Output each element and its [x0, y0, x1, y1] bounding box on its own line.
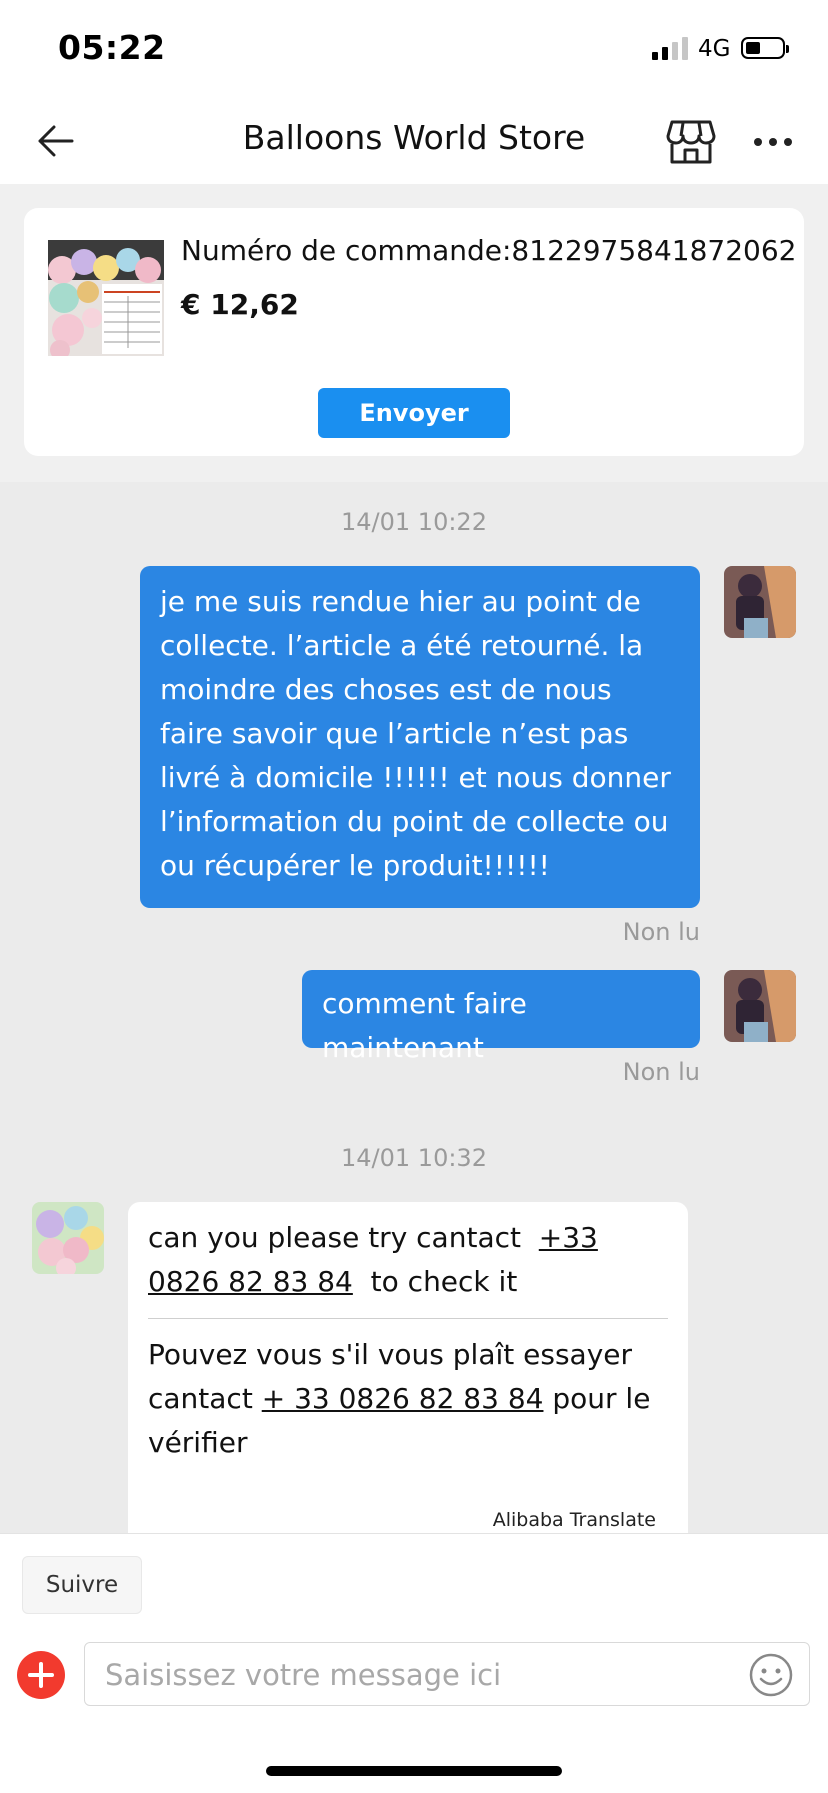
- read-status: Non lu: [622, 918, 700, 946]
- user-avatar-image: [724, 566, 796, 638]
- phone-link[interactable]: + 33 0826 82 83 84: [262, 1382, 544, 1415]
- timestamp: 14/01 10:22: [341, 508, 487, 536]
- original-message-text: can you please try cantact +33 0826 82 8…: [148, 1221, 598, 1298]
- user-avatar-image: [724, 970, 796, 1042]
- store-avatar-image: [32, 1202, 104, 1274]
- order-price: € 12,62: [181, 288, 299, 321]
- nav-bar: Balloons World Store: [0, 100, 828, 184]
- status-bar: 05:22 4G: [0, 0, 828, 100]
- read-status: Non lu: [622, 1058, 700, 1086]
- composer-area: Suivre: [0, 1533, 828, 1793]
- timestamp: 14/01 10:32: [341, 1144, 487, 1172]
- order-number: Numéro de commande:8122975841872062: [181, 234, 797, 267]
- network-label: 4G: [698, 36, 731, 62]
- more-options-icon[interactable]: [748, 122, 798, 162]
- store-icon[interactable]: [666, 118, 716, 166]
- send-order-button[interactable]: Envoyer: [318, 388, 510, 438]
- store-avatar[interactable]: [32, 1202, 104, 1274]
- sent-message[interactable]: comment faire maintenant: [302, 970, 700, 1064]
- signal-icon: [652, 37, 688, 60]
- sent-message[interactable]: je me suis rendue hier au point de colle…: [140, 566, 700, 908]
- avatar[interactable]: [724, 566, 796, 638]
- follow-button[interactable]: Suivre: [22, 1556, 142, 1614]
- avatar[interactable]: [724, 970, 796, 1042]
- translation-divider: [148, 1318, 668, 1319]
- balloon-product-image: [48, 240, 164, 356]
- emoji-icon[interactable]: [749, 1653, 793, 1697]
- add-attachment-button[interactable]: [17, 1651, 65, 1699]
- battery-icon: [741, 37, 789, 59]
- message-input-box: [84, 1642, 810, 1707]
- order-card: Numéro de commande:8122975841872062 € 12…: [24, 208, 804, 456]
- status-time: 05:22: [58, 28, 166, 67]
- received-message[interactable]: can you please try cantact +33 0826 82 8…: [128, 1202, 688, 1542]
- home-indicator: [266, 1766, 562, 1776]
- product-thumbnail[interactable]: [48, 240, 164, 356]
- message-input[interactable]: [103, 1643, 727, 1707]
- order-section: Numéro de commande:8122975841872062 € 12…: [0, 184, 828, 482]
- translated-message-text: Pouvez vous s'il vous plaît essayer cant…: [148, 1338, 651, 1459]
